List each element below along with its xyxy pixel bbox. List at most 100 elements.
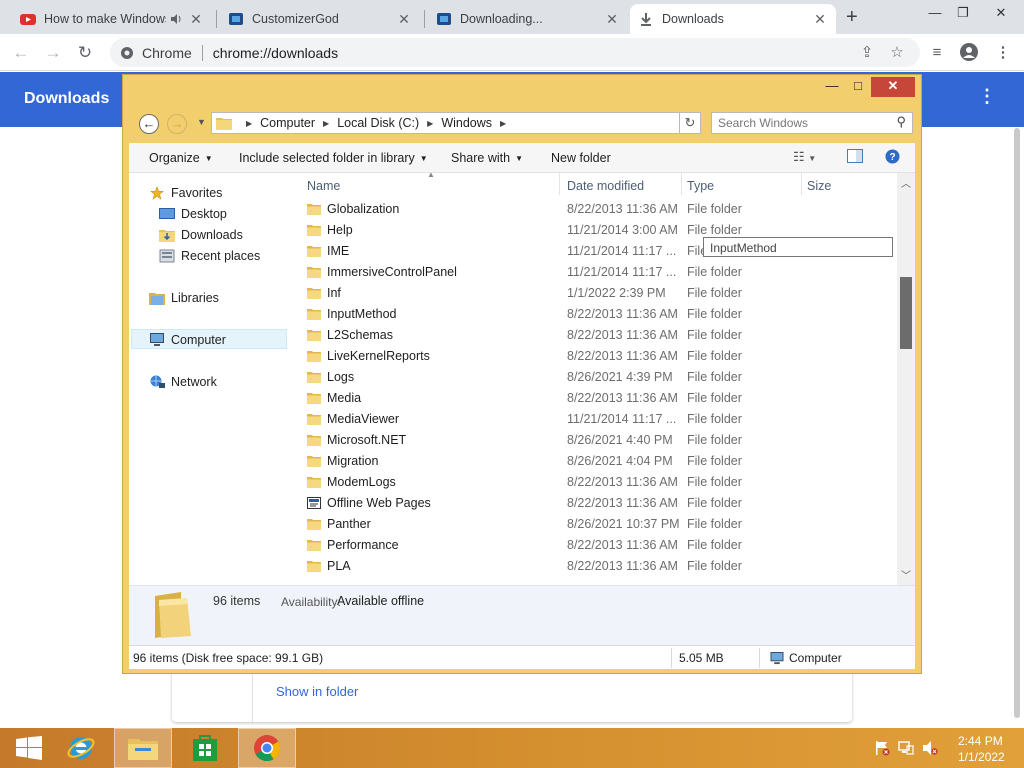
file-row[interactable]: Logs 8/26/2021 4:39 PM File folder xyxy=(301,367,897,388)
file-type: File folder xyxy=(687,496,742,510)
breadcrumb-arrow-icon[interactable]: ▶ xyxy=(500,119,506,128)
file-row[interactable]: ModemLogs 8/22/2013 11:36 AM File folder xyxy=(301,472,897,493)
new-tab-button[interactable]: + xyxy=(846,6,858,29)
column-header-type[interactable]: Type xyxy=(687,179,714,193)
media-queue-icon[interactable]: ≡ xyxy=(926,42,948,64)
tab-customizergod[interactable]: CustomizerGod ✕ xyxy=(220,4,420,34)
reload-icon[interactable]: ↻ xyxy=(72,40,98,66)
breadcrumb-arrow-icon[interactable]: ▶ xyxy=(323,119,329,128)
omnibox[interactable]: Chrome chrome://downloads xyxy=(110,38,920,67)
page-scrollbar-thumb[interactable] xyxy=(1014,128,1020,718)
nav-item-libraries[interactable]: Libraries xyxy=(149,288,219,308)
change-view-icon[interactable]: ☷ ▼ xyxy=(793,149,816,165)
forward-arrow-icon[interactable]: → xyxy=(167,114,187,134)
explorer-maximize-button[interactable]: □ xyxy=(845,77,871,97)
chrome-menu-icon[interactable]: ⋮ xyxy=(992,42,1014,64)
file-row[interactable]: Performance 8/22/2013 11:36 AM File folder xyxy=(301,535,897,556)
file-row[interactable]: Globalization 8/22/2013 11:36 AM File fold… xyxy=(301,199,897,220)
explorer-close-button[interactable]: ✕ xyxy=(871,77,915,97)
more-actions-icon[interactable]: ⋮ xyxy=(978,86,996,107)
tab-youtube[interactable]: How to make Windows ✕ xyxy=(12,4,212,34)
scroll-down-icon[interactable]: ﹀ xyxy=(897,567,915,583)
scroll-up-icon[interactable]: ︿ xyxy=(897,175,915,191)
restore-window-button[interactable]: ❐ xyxy=(946,0,980,28)
help-icon[interactable]: ? xyxy=(885,149,900,167)
close-tab-icon[interactable]: ✕ xyxy=(188,11,204,28)
file-row[interactable]: ImmersiveControlPanel 11/21/2014 11:17 ..… xyxy=(301,262,897,283)
column-header-size[interactable]: Size xyxy=(807,179,831,193)
nav-item-computer[interactable]: Computer xyxy=(149,330,226,350)
libraries-icon xyxy=(149,293,165,305)
tab-downloads[interactable]: Downloads ✕ xyxy=(630,4,836,34)
nav-item-downloads[interactable]: Downloads xyxy=(159,225,243,245)
details-item-count: 96 items xyxy=(213,594,261,608)
file-row[interactable]: PLA 8/22/2013 11:36 AM File folder xyxy=(301,556,897,577)
file-list-scrollbar[interactable]: ︿ ﹀ xyxy=(897,173,915,585)
close-tab-icon[interactable]: ✕ xyxy=(604,11,620,28)
start-button[interactable] xyxy=(0,728,58,768)
speaker-icon[interactable] xyxy=(170,13,182,25)
file-row[interactable]: LiveKernelReports 8/22/2013 11:36 AM File … xyxy=(301,346,897,367)
volume-muted-icon[interactable] xyxy=(922,740,938,756)
breadcrumb-arrow-icon[interactable]: ▶ xyxy=(427,119,433,128)
explorer-minimize-button[interactable]: — xyxy=(819,77,845,97)
nav-item-favorites[interactable]: Favorites xyxy=(149,183,222,203)
nav-item-network[interactable]: Network xyxy=(149,372,217,392)
recent-locations-dropdown-icon[interactable]: ▼ xyxy=(197,117,206,127)
file-row[interactable]: MediaViewer 11/21/2014 11:17 ... File fold… xyxy=(301,409,897,430)
network-status-icon[interactable] xyxy=(898,740,914,756)
breadcrumb-windows[interactable]: Windows xyxy=(441,116,492,130)
folder-icon xyxy=(307,477,321,488)
breadcrumb-local-disk[interactable]: Local Disk (C:) xyxy=(337,116,419,130)
column-divider[interactable] xyxy=(681,173,682,195)
omnibox-url[interactable]: chrome://downloads xyxy=(213,45,338,61)
tab-downloading[interactable]: Downloading... ✕ xyxy=(428,4,628,34)
preview-pane-icon[interactable] xyxy=(847,149,863,166)
bookmark-star-icon[interactable]: ☆ xyxy=(886,42,908,64)
file-row[interactable]: Panther 8/26/2021 10:37 PM File folder xyxy=(301,514,897,535)
forward-arrow-icon[interactable]: → xyxy=(40,40,66,66)
nav-item-recent-places[interactable]: Recent places xyxy=(159,246,260,266)
address-bar[interactable]: ▶ Computer ▶ Local Disk (C:) ▶ Windows ▶… xyxy=(211,112,699,134)
page-scrollbar[interactable] xyxy=(1012,128,1022,728)
scrollbar-thumb[interactable] xyxy=(900,277,912,349)
breadcrumb-computer[interactable]: Computer xyxy=(260,116,315,130)
file-row[interactable]: InputMethod 8/22/2013 11:36 AM File folder xyxy=(301,304,897,325)
action-center-flag-icon[interactable] xyxy=(874,740,890,756)
organize-button[interactable]: Organize ▼ xyxy=(149,151,213,165)
close-tab-icon[interactable]: ✕ xyxy=(812,11,828,28)
status-bar: 96 items (Disk free space: 99.1 GB) 5.05… xyxy=(129,645,915,669)
column-header-name[interactable]: Name xyxy=(307,179,340,193)
profile-icon[interactable] xyxy=(958,42,980,64)
column-divider[interactable] xyxy=(801,173,802,195)
breadcrumb-arrow-icon[interactable]: ▶ xyxy=(246,119,252,128)
column-header-date[interactable]: Date modified xyxy=(567,179,644,193)
file-row[interactable]: Microsoft.NET 8/26/2021 4:40 PM File folde… xyxy=(301,430,897,451)
back-arrow-icon[interactable]: ← xyxy=(139,114,159,134)
clock-date[interactable]: 1/1/2022 xyxy=(958,750,1005,764)
search-input[interactable]: Search Windows ⚲ xyxy=(711,112,913,134)
search-icon[interactable]: ⚲ xyxy=(896,114,906,130)
internet-explorer-button[interactable] xyxy=(52,728,110,768)
store-button[interactable] xyxy=(176,728,234,768)
back-arrow-icon[interactable]: ← xyxy=(8,40,34,66)
file-row[interactable]: L2Schemas 8/22/2013 11:36 AM File folder xyxy=(301,325,897,346)
new-folder-button[interactable]: New folder xyxy=(551,151,611,165)
show-in-folder-link[interactable]: Show in folder xyxy=(276,684,358,699)
nav-item-desktop[interactable]: Desktop xyxy=(159,204,227,224)
chrome-button[interactable] xyxy=(238,728,296,768)
clock-time[interactable]: 2:44 PM xyxy=(958,734,1003,748)
file-row[interactable]: Migration 8/26/2021 4:04 PM File folder xyxy=(301,451,897,472)
close-tab-icon[interactable]: ✕ xyxy=(396,11,412,28)
file-row[interactable]: Media 8/22/2013 11:36 AM File folder xyxy=(301,388,897,409)
close-window-button[interactable]: ✕ xyxy=(984,0,1018,28)
file-row[interactable]: Inf 1/1/2022 2:39 PM File folder xyxy=(301,283,897,304)
file-explorer-button[interactable] xyxy=(114,728,172,768)
file-row[interactable]: Offline Web Pages 8/22/2013 11:36 AM File … xyxy=(301,493,897,514)
include-in-library-button[interactable]: Include selected folder in library ▼ xyxy=(239,151,428,165)
column-divider[interactable] xyxy=(559,173,560,195)
share-icon[interactable]: ⇪ xyxy=(856,42,878,64)
folder-icon xyxy=(307,540,321,551)
refresh-icon[interactable]: ↻ xyxy=(679,112,701,134)
share-with-button[interactable]: Share with ▼ xyxy=(451,151,523,165)
